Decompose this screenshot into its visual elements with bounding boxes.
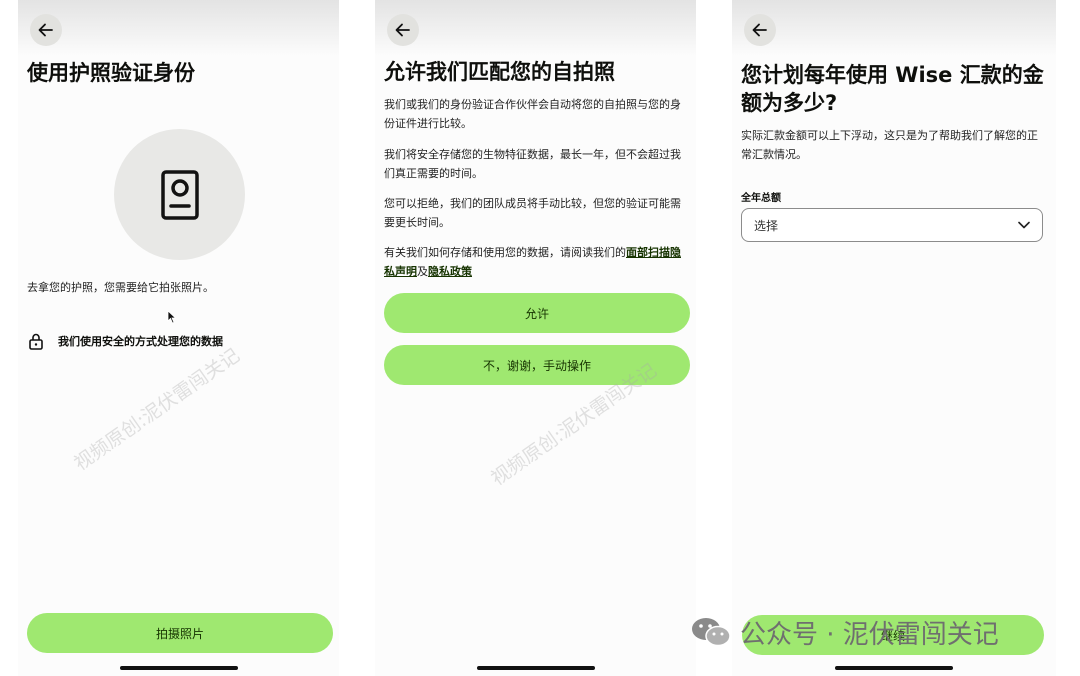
header-fade xyxy=(18,0,339,56)
privacy-text-prefix: 有关我们如何存储和使用您的数据，请阅读我们的 xyxy=(384,246,626,259)
back-button[interactable] xyxy=(387,14,419,46)
selfie-consent-screen: 允许我们匹配您的自拍照 我们或我们的身份验证合作伙伴会自动将您的自拍照与您的身份… xyxy=(375,0,696,676)
decline-info-text: 您可以拒绝，我们的团队成员将手动比较，但您的验证可能需要更长时间。 xyxy=(384,197,681,229)
page-title: 允许我们匹配您的自拍照 xyxy=(384,60,615,84)
back-button[interactable] xyxy=(30,14,62,46)
instruction-text: 去拿您的护照，您需要给它拍张照片。 xyxy=(27,281,214,294)
header-fade xyxy=(732,0,1056,56)
allow-button[interactable]: 允许 xyxy=(384,293,690,333)
take-photo-button[interactable]: 拍摄照片 xyxy=(27,613,333,653)
select-value: 选择 xyxy=(754,218,779,233)
privacy-text: 有关我们如何存储和使用您的数据，请阅读我们的面部扫描隐私声明及隐私政策 xyxy=(384,243,688,281)
page-title: 您计划每年使用 Wise 汇款的金额为多少? xyxy=(741,63,1044,115)
security-note-row: 我们使用安全的方式处理您的数据 xyxy=(28,332,223,350)
annual-amount-select[interactable]: 选择 xyxy=(741,208,1043,242)
annual-amount-screen: 您计划每年使用 Wise 汇款的金额为多少? 实际汇款金额可以上下浮动，这只是为… xyxy=(732,0,1056,676)
passport-icon xyxy=(160,169,199,220)
home-indicator xyxy=(119,666,238,670)
page-title: 使用护照验证身份 xyxy=(27,61,195,85)
security-note: 我们使用安全的方式处理您的数据 xyxy=(58,335,223,348)
privacy-policy-link[interactable]: 隐私政策 xyxy=(428,265,472,278)
passport-illustration xyxy=(114,129,245,260)
amount-description: 实际汇款金额可以上下浮动，这只是为了帮助我们了解您的正常汇款情况。 xyxy=(741,129,1038,161)
diagonal-watermark: 视频原创:泥伏雷闯关记 xyxy=(70,344,244,476)
arrow-left-icon xyxy=(752,23,767,37)
cursor-icon xyxy=(167,310,177,324)
decline-manual-button[interactable]: 不，谢谢，手动操作 xyxy=(384,345,690,385)
privacy-text-and: 及 xyxy=(417,265,428,278)
arrow-left-icon xyxy=(38,23,53,37)
chevron-down-icon xyxy=(1018,221,1030,229)
field-label: 全年总额 xyxy=(741,193,781,204)
continue-button[interactable]: 继续 xyxy=(742,615,1044,655)
passport-verification-screen: 使用护照验证身份 去拿您的护照，您需要给它拍张照片。 我们使用安全的方式处理您的… xyxy=(18,0,339,676)
home-indicator xyxy=(476,666,595,670)
back-button[interactable] xyxy=(744,14,776,46)
header-fade xyxy=(375,0,696,56)
storage-text: 我们将安全存储您的生物特征数据，最长一年，但不会超过我们真正需要的时间。 xyxy=(384,148,681,180)
lock-icon xyxy=(29,333,43,350)
wechat-icon xyxy=(692,618,731,647)
arrow-left-icon xyxy=(395,23,410,37)
home-indicator xyxy=(835,666,953,670)
comparison-text: 我们或我们的身份验证合作伙伴会自动将您的自拍照与您的身份证件进行比较。 xyxy=(384,98,681,130)
